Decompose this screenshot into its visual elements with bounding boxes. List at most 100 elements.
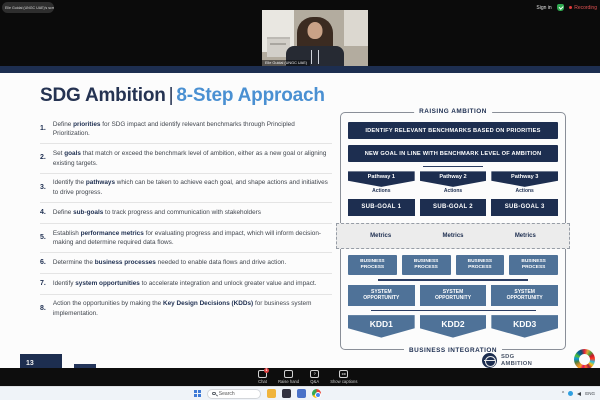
unread-badge: 1: [264, 368, 269, 373]
step-text-segment: Identify the: [53, 179, 86, 186]
step-item: 1. Define priorities for SDG impact and i…: [40, 115, 332, 143]
subgoal-box: SUB-GOAL 1: [348, 199, 415, 216]
taskbar-search[interactable]: Search: [207, 389, 261, 399]
step-text: Establish performance metrics for evalua…: [53, 229, 332, 248]
slide-top-border: [0, 66, 600, 73]
pathway-item: Pathway 3Actions: [491, 171, 558, 194]
tray-language-label[interactable]: ENG: [585, 391, 595, 396]
share-bar-text: Elle Guidal (UNGC UAE)'s scre: [5, 6, 54, 10]
step-number: 4.: [40, 208, 46, 219]
pathways-row: Pathway 1ActionsPathway 2ActionsPathway …: [348, 171, 558, 194]
control-raise-hand[interactable]: Raise hand: [278, 370, 299, 384]
qa-icon: ?: [310, 370, 319, 378]
control-captions[interactable]: ccShow captions: [330, 370, 357, 384]
step-number: 6.: [40, 258, 46, 269]
raise-hand-icon: [284, 370, 293, 378]
step-number: 2.: [40, 153, 46, 164]
step-text-segment: that match or exceed the benchmark level…: [53, 150, 327, 167]
sdg-ambition-logo-text: SDG AMBITION: [501, 354, 532, 367]
kdd-box: KDD3: [491, 315, 558, 338]
windows-start-button[interactable]: [194, 390, 201, 397]
step-text-segment: Establish: [53, 230, 81, 237]
step-text-segment: Define: [53, 121, 73, 128]
step-keyword: priorities: [73, 121, 100, 128]
search-icon: [212, 392, 216, 396]
meeting-control-bar: 1ChatRaise hand?Q&AccShow captions: [0, 368, 600, 386]
pathway-box: Pathway 1: [348, 171, 415, 187]
taskbar-system-tray: ^ ENG: [562, 387, 595, 400]
step-text-segment: Action the opportunities by making the: [53, 300, 163, 307]
business-process-box: BUSINESS PROCESS: [348, 255, 397, 275]
participant-face: [308, 22, 323, 39]
top-right-cluster: Sign in Recording: [536, 2, 597, 13]
step-item: 8. Action the opportunities by making the…: [40, 294, 332, 323]
diagram-bar: IDENTIFY RELEVANT BENCHMARKS BASED ON PR…: [348, 122, 558, 139]
step-text-segment: to accelerate integration and unlock gre…: [140, 280, 317, 287]
step-text: Identify the pathways which can be taken…: [53, 178, 332, 197]
encryption-shield-icon: [557, 4, 564, 11]
kdd-box: KDD2: [420, 315, 487, 338]
system-opportunity-row: SYSTEM OPPORTUNITYSYSTEM OPPORTUNITYSYST…: [348, 285, 558, 306]
control-label: Raise hand: [278, 379, 299, 384]
taskbar-app-icon-dark[interactable]: [282, 389, 291, 398]
taskbar-app-icon-files[interactable]: [267, 389, 276, 398]
pathway-actions-label: Actions: [420, 188, 487, 194]
subgoal-box: SUB-GOAL 2: [420, 199, 487, 216]
step-text-segment: needed to enable data flows and drive ac…: [156, 259, 286, 266]
control-label: Q&A: [310, 379, 319, 384]
control-chat[interactable]: 1Chat: [258, 370, 267, 384]
business-process-box: BUSINESS PROCESS: [402, 255, 451, 275]
sign-in-button[interactable]: Sign in: [536, 5, 551, 11]
step-item: 3. Identify the pathways which can be tak…: [40, 173, 332, 202]
tray-expand-icon[interactable]: ^: [562, 391, 564, 397]
taskbar-app-icon-browser[interactable]: [312, 389, 321, 398]
video-background-window: [344, 10, 368, 46]
screen-share-info-pill[interactable]: Elle Guidal (UNGC UAE)'s scre v: [2, 2, 54, 13]
system-opportunity-box: SYSTEM OPPORTUNITY: [420, 285, 487, 306]
pathway-item: Pathway 2Actions: [420, 171, 487, 194]
system-opportunity-box: SYSTEM OPPORTUNITY: [348, 285, 415, 306]
step-text-segment: Define: [53, 209, 73, 216]
subgoals-row: SUB-GOAL 1SUB-GOAL 2SUB-GOAL 3: [348, 199, 558, 216]
metric-cell: Metrics: [347, 229, 414, 243]
chat-icon: 1: [258, 370, 267, 378]
windows-taskbar: Search ^ ENG: [0, 386, 600, 400]
step-text: Define priorities for SDG impact and ide…: [53, 120, 332, 139]
slide-page-number: 13: [20, 354, 62, 368]
step-keyword: pathways: [86, 179, 115, 186]
speaker-icon[interactable]: [577, 392, 581, 396]
taskbar-app-icon-blue[interactable]: [297, 389, 306, 398]
step-keyword: business processes: [95, 259, 156, 266]
diagram-bars: IDENTIFY RELEVANT BENCHMARKS BASED ON PR…: [348, 122, 558, 162]
step-keyword: goals: [64, 150, 81, 157]
captions-icon: cc: [339, 370, 348, 378]
recording-label: Recording: [574, 5, 597, 11]
step-number: 7.: [40, 279, 46, 290]
step-number: 3.: [40, 183, 46, 194]
un-global-compact-logo: [482, 353, 497, 368]
steps-list: 1. Define priorities for SDG impact and i…: [40, 115, 332, 323]
tray-app-icon[interactable]: [568, 391, 573, 396]
metrics-strip: MetricsMetricsMetrics: [336, 223, 570, 249]
diagram-panel: RAISING AMBITION IDENTIFY RELEVANT BENCH…: [340, 112, 566, 350]
pathway-box: Pathway 2: [420, 171, 487, 187]
step-item: 6.Determine the business processes neede…: [40, 252, 332, 273]
sdg-wheel-logo: [574, 349, 595, 368]
control-qa[interactable]: ?Q&A: [310, 370, 319, 384]
step-keyword: sub-goals: [73, 209, 103, 216]
sdg-logo-line2: AMBITION: [501, 361, 532, 368]
step-number: 8.: [40, 304, 46, 315]
pathway-actions-label: Actions: [491, 188, 558, 194]
step-number: 1.: [40, 124, 46, 135]
diagram-bar: NEW GOAL IN LINE WITH BENCHMARK LEVEL OF…: [348, 145, 558, 162]
slide-title-divider: |: [166, 85, 177, 106]
participant-lanyard: [311, 50, 319, 64]
pathway-actions-label: Actions: [348, 188, 415, 194]
diagram-top-label: RAISING AMBITION: [414, 108, 492, 115]
meeting-controls: 1ChatRaise hand?Q&AccShow captions: [258, 368, 357, 386]
participant-video-tile[interactable]: Elle Guidal (UNGC UAE): [262, 10, 368, 66]
step-item: 4. Define sub-goals to track progress and…: [40, 202, 332, 223]
system-opportunity-box: SYSTEM OPPORTUNITY: [491, 285, 558, 306]
step-text: Define sub-goals to track progress and c…: [53, 208, 261, 219]
step-text-segment: Set: [53, 150, 64, 157]
